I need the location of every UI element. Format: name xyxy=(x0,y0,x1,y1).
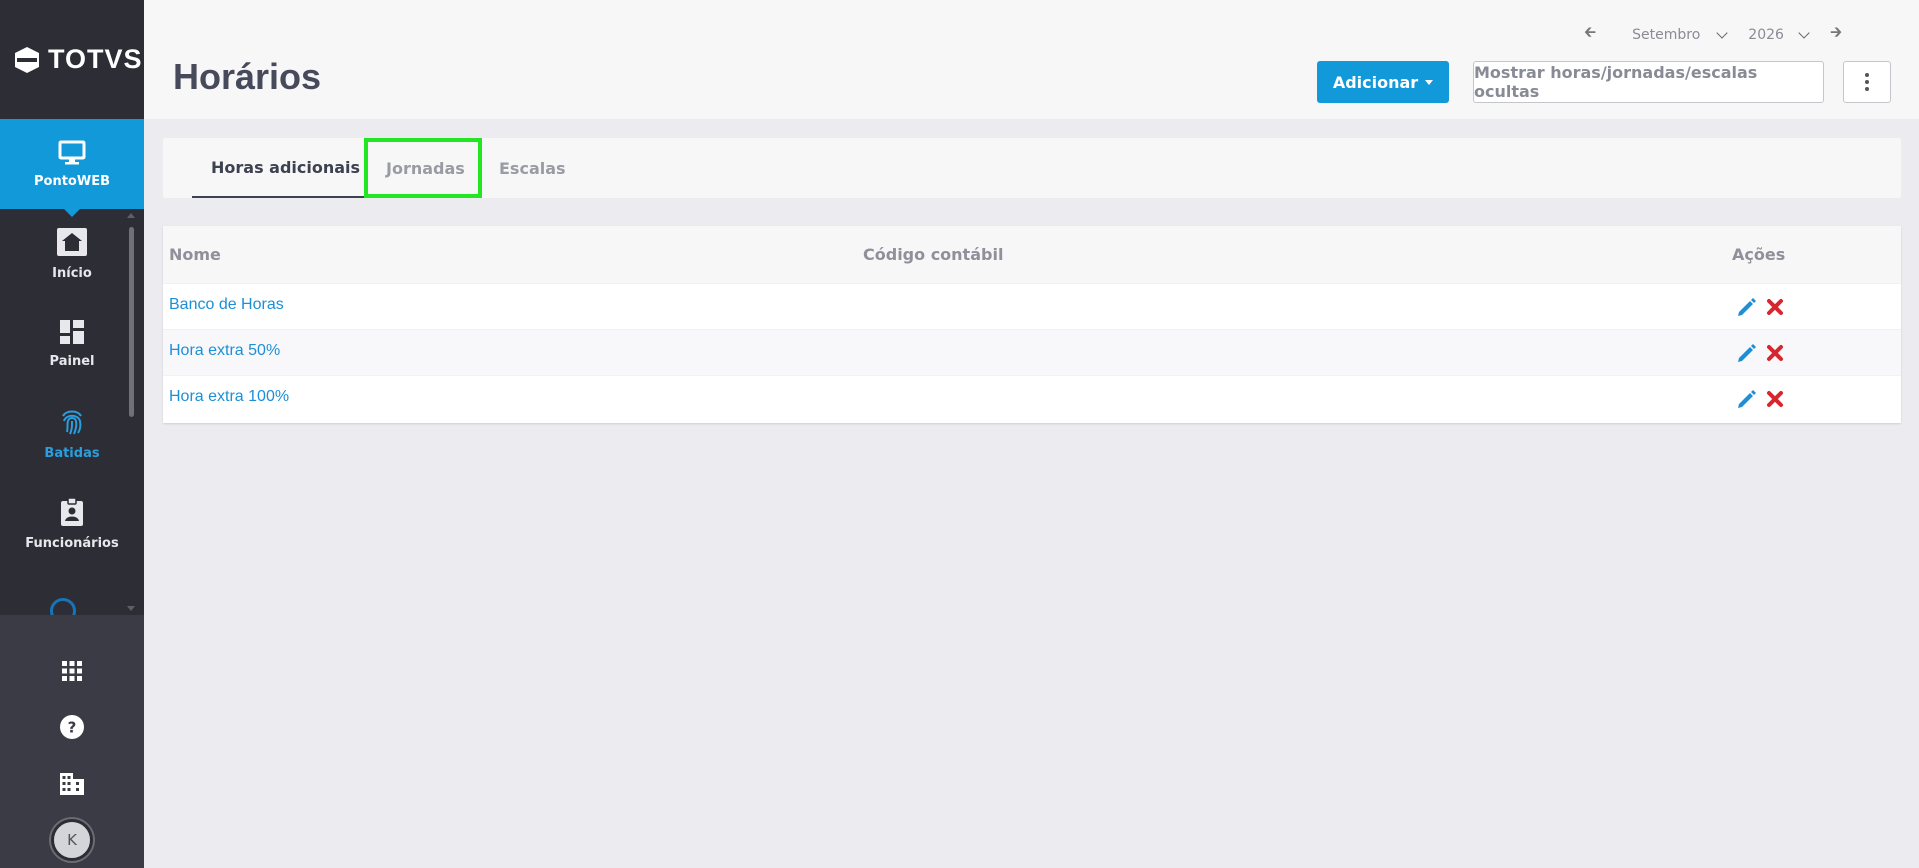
next-month-icon[interactable]: 🡲 xyxy=(1830,22,1842,47)
module-label: PontoWEB xyxy=(34,173,110,189)
kebab-dot xyxy=(1865,73,1869,77)
module-pontoweb[interactable]: PontoWEB xyxy=(0,119,144,217)
badge-icon xyxy=(61,497,83,526)
svg-text:?: ? xyxy=(68,719,77,737)
sidebar-bottom: ? K xyxy=(0,615,144,868)
page-title: Horários xyxy=(173,56,322,97)
apps-button[interactable] xyxy=(0,643,144,699)
delete-x-icon[interactable] xyxy=(1765,297,1785,317)
add-button[interactable]: Adicionar xyxy=(1317,61,1449,103)
month-chevron-down-icon[interactable] xyxy=(1716,26,1728,39)
table-row: Hora extra 100% xyxy=(163,375,1901,421)
apps-grid-icon xyxy=(62,661,82,682)
user-menu[interactable]: K xyxy=(0,812,144,868)
dashboard-icon xyxy=(60,319,84,344)
help-button[interactable]: ? xyxy=(0,699,144,755)
logo-text: TOTVS xyxy=(48,44,143,74)
home-icon xyxy=(57,227,87,256)
sidebar-scrollbar[interactable] xyxy=(127,213,135,611)
scroll-up-arrow[interactable] xyxy=(127,213,135,218)
date-navigator: 🡰 Setembro 2026 🡲 xyxy=(1584,22,1842,47)
fingerprint-icon xyxy=(62,410,82,434)
sidebar-item-label: Início xyxy=(52,265,92,281)
column-header-codigo[interactable]: Código contábil xyxy=(863,245,1003,264)
company-button[interactable] xyxy=(0,756,144,812)
tab-horas-adicionais[interactable]: Horas adicionais xyxy=(192,138,380,198)
tab-highlight-box xyxy=(364,138,482,198)
edit-pencil-icon[interactable] xyxy=(1736,342,1758,364)
month-select[interactable]: Setembro xyxy=(1632,27,1700,43)
table-row: Banco de Horas xyxy=(163,283,1901,329)
row-name-link[interactable]: Banco de Horas xyxy=(169,296,284,314)
row-name-link[interactable]: Hora extra 100% xyxy=(169,388,289,406)
table-row: Hora extra 50% xyxy=(163,329,1901,375)
edit-pencil-icon[interactable] xyxy=(1736,296,1758,318)
company-icon xyxy=(60,772,84,795)
avatar: K xyxy=(51,818,93,861)
scroll-thumb[interactable] xyxy=(129,227,134,417)
tabs-bar: Horas adicionais Jornadas Escalas xyxy=(163,138,1901,198)
hours-table: Nome Código contábil Ações Banco de Hora… xyxy=(163,226,1901,423)
caret-down-icon xyxy=(1425,79,1434,85)
column-header-nome[interactable]: Nome xyxy=(169,245,221,264)
sidebar-item-painel[interactable]: Painel xyxy=(0,299,144,389)
edit-pencil-icon[interactable] xyxy=(1736,388,1758,410)
sidebar-item-label: Funcionários xyxy=(25,535,119,551)
page-header: Horários 🡰 Setembro 2026 🡲 Adicionar Mos… xyxy=(144,0,1919,119)
year-chevron-down-icon[interactable] xyxy=(1798,26,1810,39)
table-header: Nome Código contábil Ações xyxy=(163,226,1901,283)
scroll-down-arrow[interactable] xyxy=(127,606,135,611)
year-select[interactable]: 2026 xyxy=(1748,27,1784,43)
monitor-icon xyxy=(58,140,86,164)
totvs-logo[interactable]: TOTVS xyxy=(0,0,144,119)
help-icon: ? xyxy=(60,715,84,740)
kebab-dot xyxy=(1865,87,1869,91)
sidebar-item-label: Batidas xyxy=(44,445,100,461)
tab-escalas[interactable]: Escalas xyxy=(499,138,566,198)
sidebar-item-inicio[interactable]: Início xyxy=(0,209,144,299)
column-header-acoes: Ações xyxy=(1732,245,1786,264)
delete-x-icon[interactable] xyxy=(1765,343,1785,363)
more-options-button[interactable] xyxy=(1843,61,1891,103)
kebab-dot xyxy=(1865,80,1869,84)
totvs-logo-icon xyxy=(15,46,39,73)
delete-x-icon[interactable] xyxy=(1765,389,1785,409)
sidebar-item-funcionarios[interactable]: Funcionários xyxy=(0,479,144,569)
sidebar-item-batidas[interactable]: Batidas xyxy=(0,389,144,479)
sidebar-menu: Início Painel Batidas Funcionários xyxy=(0,209,144,615)
show-hidden-button[interactable]: Mostrar horas/jornadas/escalas ocultas xyxy=(1473,61,1824,103)
row-name-link[interactable]: Hora extra 50% xyxy=(169,342,280,360)
sidebar: TOTVS PontoWEB Início Painel Batidas Fun… xyxy=(0,0,144,868)
sidebar-item-label: Painel xyxy=(49,353,95,369)
add-button-label: Adicionar xyxy=(1332,72,1419,92)
prev-month-icon[interactable]: 🡰 xyxy=(1584,22,1596,47)
